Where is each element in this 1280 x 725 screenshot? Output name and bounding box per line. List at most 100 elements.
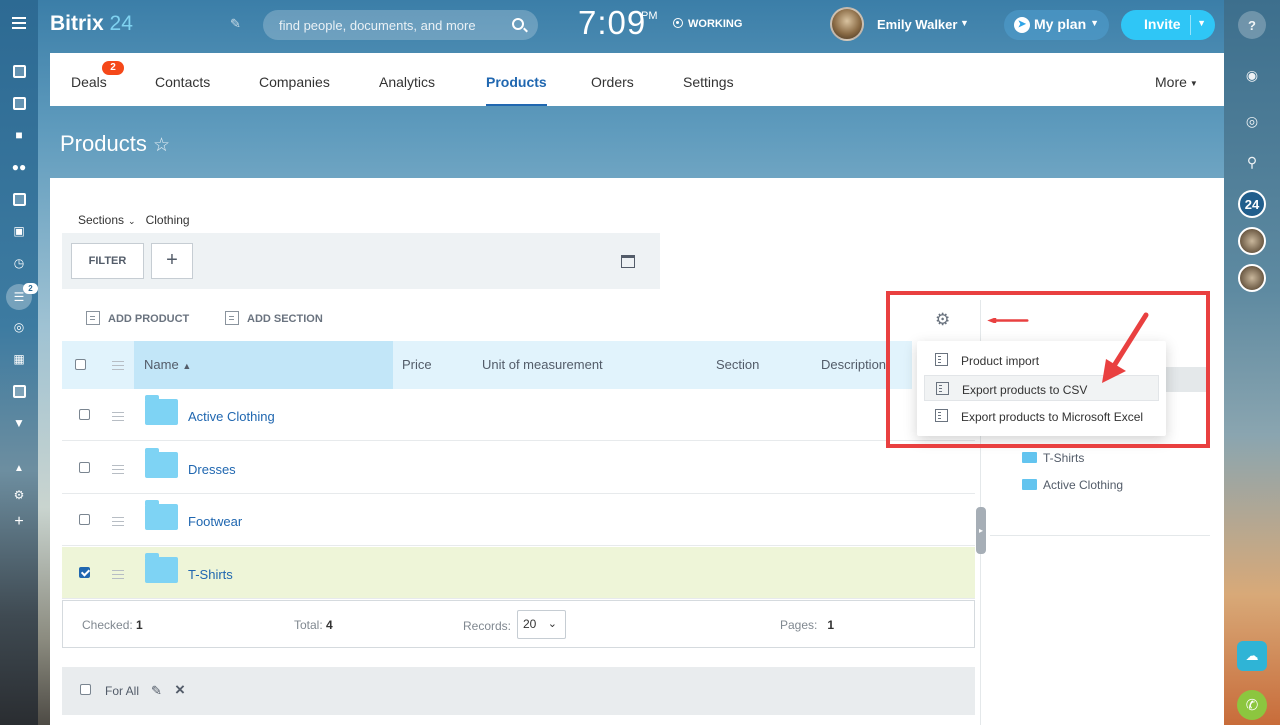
myplan-button[interactable]: ➤ My plan ▼ bbox=[1004, 10, 1109, 40]
row-checkbox[interactable] bbox=[79, 409, 90, 420]
phone-icon[interactable]: ✆ bbox=[1237, 690, 1267, 720]
more-circle-icon[interactable]: ▼ bbox=[11, 415, 27, 431]
for-all-checkbox[interactable] bbox=[80, 684, 91, 695]
total-count: Total: 4 bbox=[294, 618, 333, 632]
records-select[interactable]: 20 ⌄ bbox=[517, 610, 566, 639]
row-checkbox[interactable] bbox=[79, 514, 90, 525]
row-checkbox[interactable] bbox=[79, 462, 90, 473]
close-icon[interactable]: × bbox=[175, 680, 185, 700]
settings-icon[interactable]: ⚙ bbox=[11, 487, 27, 503]
avatar[interactable] bbox=[1238, 264, 1266, 292]
cart-icon[interactable]: ▣ bbox=[11, 223, 27, 239]
add-icon[interactable]: + bbox=[11, 513, 27, 530]
deals-badge: 2 bbox=[102, 61, 124, 75]
column-price[interactable]: Price bbox=[402, 357, 432, 372]
search-icon[interactable]: ⚲ bbox=[1238, 148, 1266, 176]
row-name-link[interactable]: T-Shirts bbox=[188, 567, 233, 582]
contact-card-icon[interactable] bbox=[11, 191, 27, 207]
breadcrumb-sections[interactable]: Sections bbox=[78, 213, 124, 227]
row-menu-icon[interactable] bbox=[112, 465, 124, 474]
folder-icon bbox=[145, 395, 178, 425]
more-menu[interactable]: More ▼ bbox=[1155, 74, 1198, 90]
row-menu-icon[interactable] bbox=[112, 412, 124, 421]
time-icon[interactable]: ◷ bbox=[11, 255, 27, 271]
target-icon[interactable]: ◎ bbox=[11, 319, 27, 335]
sitemap-icon[interactable]: ▲ bbox=[11, 460, 27, 476]
avatar[interactable] bbox=[830, 7, 864, 41]
column-name[interactable]: Name ▲ bbox=[144, 357, 191, 372]
tab-orders[interactable]: Orders bbox=[591, 74, 634, 90]
invite-label: Invite bbox=[1144, 16, 1181, 32]
tab-products[interactable]: Products bbox=[486, 74, 547, 106]
star-icon[interactable]: ☆ bbox=[153, 134, 170, 157]
logo[interactable]: Bitrix 24 bbox=[50, 12, 133, 36]
folder-icon bbox=[1022, 479, 1037, 490]
column-description[interactable]: Description bbox=[821, 357, 886, 372]
row-menu-icon[interactable] bbox=[112, 570, 124, 579]
table-row[interactable]: Dresses bbox=[62, 442, 975, 494]
table-row[interactable]: Active Clothing bbox=[62, 389, 975, 441]
filter-button[interactable]: FILTER bbox=[71, 243, 144, 279]
tab-deals[interactable]: Deals bbox=[71, 74, 107, 90]
breadcrumb-current[interactable]: Clothing bbox=[146, 213, 190, 227]
cloud-drive-icon[interactable]: ☁ bbox=[1237, 641, 1267, 671]
row-checkbox[interactable] bbox=[79, 567, 90, 578]
add-filter-button[interactable]: + bbox=[151, 243, 193, 279]
logo-number: 24 bbox=[109, 12, 133, 35]
chevron-down-icon[interactable]: ⌄ bbox=[128, 216, 136, 226]
avatar[interactable] bbox=[1238, 227, 1266, 255]
status-dot-icon bbox=[673, 18, 683, 28]
help-icon[interactable]: ? bbox=[1238, 11, 1266, 39]
bell-icon[interactable]: ◉ bbox=[1238, 61, 1266, 89]
row-name-link[interactable]: Dresses bbox=[188, 462, 236, 477]
row-name-link[interactable]: Footwear bbox=[188, 514, 242, 529]
add-product-button[interactable]: ADD PRODUCT bbox=[86, 311, 189, 325]
edit-icon[interactable]: ✎ bbox=[230, 16, 241, 32]
row-name-link[interactable]: Active Clothing bbox=[188, 409, 275, 424]
table-row[interactable]: T-Shirts bbox=[62, 547, 975, 599]
chevron-down-icon: ▼ bbox=[1090, 18, 1099, 28]
panel-collapse-handle[interactable]: ▸ bbox=[976, 507, 986, 554]
column-settings-icon[interactable] bbox=[112, 361, 124, 370]
apps-icon[interactable]: ▦ bbox=[11, 351, 27, 367]
bitrix24-icon[interactable]: 24 bbox=[1238, 190, 1266, 218]
tab-analytics[interactable]: Analytics bbox=[379, 74, 435, 90]
search-icon[interactable] bbox=[512, 18, 524, 30]
sections-tree-item[interactable]: T-Shirts bbox=[1022, 451, 1084, 465]
folder-icon bbox=[145, 553, 178, 583]
pages-label: Pages: bbox=[780, 618, 818, 632]
chevron-down-icon: ▼ bbox=[1189, 79, 1198, 88]
right-sidebar: ? ◉ ◎ ⚲ 24 ☁ ✆ bbox=[1224, 0, 1280, 725]
column-unit[interactable]: Unit of measurement bbox=[482, 357, 603, 372]
feed-icon[interactable] bbox=[11, 63, 27, 79]
chevron-down-icon[interactable]: ▼ bbox=[960, 18, 969, 28]
row-menu-icon[interactable] bbox=[112, 517, 124, 526]
user-name[interactable]: Emily Walker bbox=[877, 17, 957, 32]
invite-button[interactable]: Invite ▼ bbox=[1121, 10, 1215, 40]
table-row[interactable]: Footwear bbox=[62, 494, 975, 546]
divider bbox=[990, 535, 1210, 536]
tab-contacts[interactable]: Contacts bbox=[155, 74, 210, 90]
add-section-button[interactable]: ADD SECTION bbox=[225, 311, 323, 325]
menu-icon[interactable] bbox=[12, 17, 26, 29]
calendar-icon[interactable] bbox=[11, 383, 27, 399]
column-section[interactable]: Section bbox=[716, 357, 759, 372]
sections-tree-item[interactable]: Active Clothing bbox=[1022, 478, 1123, 492]
crm-tabs: Deals 2 Contacts Companies Analytics Pro… bbox=[50, 53, 1224, 106]
chevron-down-icon[interactable]: ▼ bbox=[1197, 18, 1206, 28]
window-icon[interactable] bbox=[621, 255, 635, 268]
work-status[interactable]: WORKING bbox=[673, 18, 742, 30]
groups-icon[interactable]: ●● bbox=[11, 159, 27, 175]
annotation-box bbox=[886, 291, 1210, 448]
total-value: 4 bbox=[326, 618, 333, 632]
tab-companies[interactable]: Companies bbox=[259, 74, 330, 90]
chat-icon[interactable]: ■ bbox=[11, 127, 27, 143]
tasks-icon[interactable] bbox=[11, 95, 27, 111]
pencil-icon[interactable]: ✎ bbox=[151, 683, 162, 699]
messenger-icon[interactable]: ◎ bbox=[1238, 107, 1266, 135]
search-input[interactable]: find people, documents, and more bbox=[263, 10, 538, 40]
logo-name: Bitrix bbox=[50, 12, 104, 35]
checked-label: Checked: bbox=[82, 618, 133, 632]
tab-settings[interactable]: Settings bbox=[683, 74, 734, 90]
select-all-checkbox[interactable] bbox=[75, 359, 86, 370]
